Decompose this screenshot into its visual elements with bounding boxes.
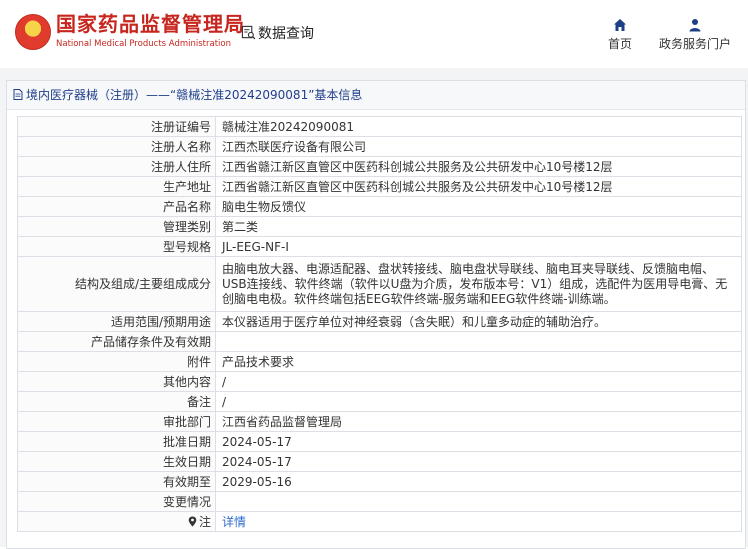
table-row: 其他内容 / — [17, 371, 742, 392]
table-row: 注册证编号 赣械注准20242090081 — [17, 116, 742, 137]
table-row: 附件 产品技术要求 — [17, 351, 742, 372]
row-value: 由脑电放大器、电源适配器、盘状转接线、脑电盘状导联线、脑电耳夹导联线、反馈脑电帽… — [215, 256, 742, 312]
table-row: 变更情况 — [17, 491, 742, 512]
table-row: 产品名称 脑电生物反馈仪 — [17, 196, 742, 217]
detail-table: 注册证编号 赣械注准20242090081 注册人名称 江西杰联医疗设备有限公司 注… — [17, 116, 742, 532]
row-label: 备注 — [17, 391, 216, 412]
row-value: 详情 — [215, 511, 742, 532]
row-value: 江西省赣江新区直管区中医药科创城公共服务及公共研发中心10号楼12层 — [215, 156, 742, 177]
row-value: 2024-05-17 — [215, 431, 742, 452]
row-label: 审批部门 — [17, 411, 216, 432]
row-label: 管理类别 — [17, 216, 216, 237]
row-value: JL-EEG-NF-Ⅰ — [215, 236, 742, 257]
table-row: 适用范围/预期用途 本仪器适用于医疗单位对神经衰弱（含失眠）和儿童多动症的辅助治疗… — [17, 311, 742, 332]
row-value: 江西杰联医疗设备有限公司 — [215, 136, 742, 157]
table-row: 有效期至 2029-05-16 — [17, 471, 742, 492]
document-icon — [13, 89, 23, 100]
row-label: 产品名称 — [17, 196, 216, 217]
table-row: 批准日期 2024-05-17 — [17, 431, 742, 452]
row-label: 注册人住所 — [17, 156, 216, 177]
row-value: 产品技术要求 — [215, 351, 742, 372]
row-value: 江西省药品监督管理局 — [215, 411, 742, 432]
row-label: 附件 — [17, 351, 216, 372]
row-value: 赣械注准20242090081 — [215, 116, 742, 137]
nav-home-label: 首页 — [607, 37, 632, 51]
details-link[interactable]: 详情 — [222, 515, 246, 529]
row-label: 产品储存条件及有效期 — [17, 331, 216, 352]
info-pin-icon — [188, 516, 197, 526]
row-value: / — [215, 391, 742, 412]
note-label: 注 — [198, 514, 211, 529]
row-value: 脑电生物反馈仪 — [215, 196, 742, 217]
table-row: 备注 / — [17, 391, 742, 412]
org-name-cn: 国家药品监督管理局 — [56, 12, 245, 36]
table-row: 型号规格 JL-EEG-NF-Ⅰ — [17, 236, 742, 257]
table-row: 结构及组成/主要组成成分 由脑电放大器、电源适配器、盘状转接线、脑电盘状导联线、脑… — [17, 256, 742, 312]
panel-title-bar: 境内医疗器械（注册）——“赣械注准20242090081”基本信息 — [7, 81, 745, 110]
table-row: 生产地址 江西省赣江新区直管区中医药科创城公共服务及公共研发中心10号楼12层 — [17, 176, 742, 197]
document-search-icon — [241, 25, 256, 40]
row-label: 适用范围/预期用途 — [17, 311, 216, 332]
home-icon — [614, 19, 626, 31]
row-label: 结构及组成/主要组成成分 — [17, 256, 216, 312]
nav-service-portal[interactable]: 政务服务门户 — [655, 18, 735, 52]
row-value: / — [215, 371, 742, 392]
detail-panel: 境内医疗器械（注册）——“赣械注准20242090081”基本信息 注册证编号赣… — [6, 80, 746, 549]
row-value: 江西省赣江新区直管区中医药科创城公共服务及公共研发中心10号楼12层 — [215, 176, 742, 197]
table-row: 注册人名称 江西杰联医疗设备有限公司 — [17, 136, 742, 157]
site-brand[interactable]: 国家药品监督管理局 National Medical Products Admi… — [56, 12, 245, 50]
row-value: 2029-05-16 — [215, 471, 742, 492]
table-row: 管理类别 第二类 — [17, 216, 742, 237]
org-name-en: National Medical Products Administration — [56, 39, 231, 49]
data-query-label: 数据查询 — [258, 26, 314, 42]
row-label-note: 注 — [17, 511, 216, 532]
row-label: 其他内容 — [17, 371, 216, 392]
row-value — [215, 331, 742, 352]
row-label: 生效日期 — [17, 451, 216, 472]
row-label: 注册证编号 — [17, 116, 216, 137]
row-label: 批准日期 — [17, 431, 216, 452]
row-label: 型号规格 — [17, 236, 216, 257]
nav-home[interactable]: 首页 — [606, 18, 634, 52]
table-row: 注册人住所 江西省赣江新区直管区中医药科创城公共服务及公共研发中心10号楼12层 — [17, 156, 742, 177]
row-label: 注册人名称 — [17, 136, 216, 157]
site-header: 国家药品监督管理局 National Medical Products Admi… — [0, 0, 748, 62]
table-row: 产品储存条件及有效期 — [17, 331, 742, 352]
table-row: 审批部门 江西省药品监督管理局 — [17, 411, 742, 432]
table-row: 注 详情 — [17, 511, 742, 532]
data-query-link[interactable]: 数据查询 — [241, 23, 314, 43]
nav-service-label: 政务服务门户 — [658, 37, 731, 51]
row-value: 本仪器适用于医疗单位对神经衰弱（含失眠）和儿童多动症的辅助治疗。 — [215, 311, 742, 332]
row-value — [215, 491, 742, 512]
row-label: 生产地址 — [17, 176, 216, 197]
table-row: 生效日期 2024-05-17 — [17, 451, 742, 472]
panel-title: 境内医疗器械（注册）——“赣械注准20242090081”基本信息 — [26, 88, 363, 102]
row-value: 2024-05-17 — [215, 451, 742, 472]
row-label: 变更情况 — [17, 491, 216, 512]
user-icon — [689, 19, 701, 32]
row-label: 有效期至 — [17, 471, 216, 492]
national-emblem-icon — [15, 14, 51, 50]
row-value: 第二类 — [215, 216, 742, 237]
